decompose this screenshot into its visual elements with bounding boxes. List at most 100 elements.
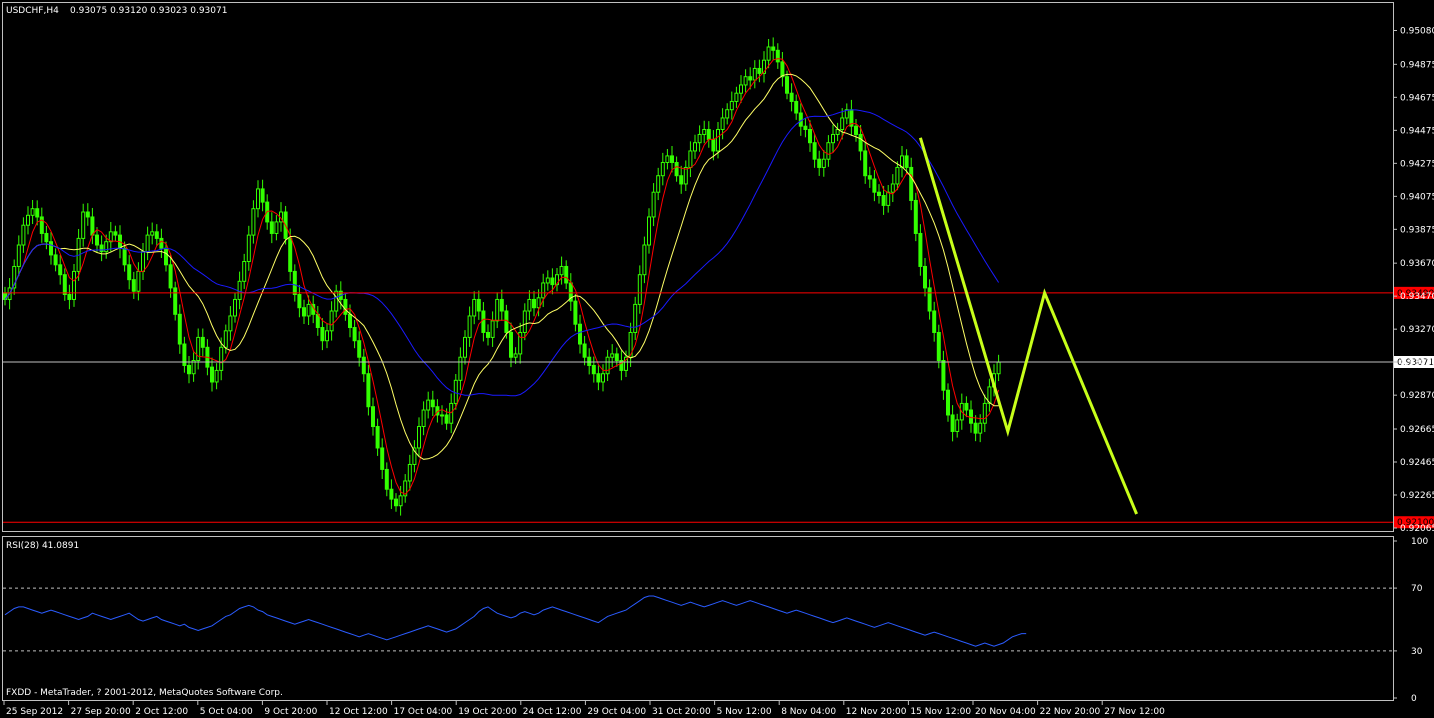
candle[interactable] xyxy=(200,328,205,357)
candle[interactable] xyxy=(269,212,274,244)
candle[interactable] xyxy=(757,59,762,83)
candle[interactable] xyxy=(812,134,817,168)
candle[interactable] xyxy=(154,224,159,247)
candle[interactable] xyxy=(725,103,730,125)
candle[interactable] xyxy=(973,415,978,442)
candle[interactable] xyxy=(854,118,858,142)
candle[interactable] xyxy=(421,401,426,436)
candle[interactable] xyxy=(628,322,633,367)
candle[interactable] xyxy=(371,397,375,436)
candle[interactable] xyxy=(499,289,504,321)
candle[interactable] xyxy=(752,60,757,89)
candle[interactable] xyxy=(771,37,776,60)
candle[interactable] xyxy=(706,121,711,148)
candle[interactable] xyxy=(762,51,766,83)
candle[interactable] xyxy=(591,356,596,383)
candle[interactable] xyxy=(53,248,58,272)
candle[interactable] xyxy=(16,235,21,277)
candle[interactable] xyxy=(775,43,780,69)
candle[interactable] xyxy=(619,350,624,381)
candle[interactable] xyxy=(426,391,431,419)
candle[interactable] xyxy=(113,225,118,242)
candle[interactable] xyxy=(877,184,881,204)
candle[interactable] xyxy=(26,206,30,235)
candle[interactable] xyxy=(863,142,868,184)
candle[interactable] xyxy=(389,479,394,509)
candle[interactable] xyxy=(233,292,237,323)
candle[interactable] xyxy=(21,217,26,253)
candle[interactable] xyxy=(131,271,136,299)
candle[interactable] xyxy=(159,228,164,259)
candle[interactable] xyxy=(665,149,670,170)
candle[interactable] xyxy=(688,141,693,178)
candle[interactable] xyxy=(803,118,808,138)
candle[interactable] xyxy=(39,207,44,243)
candle[interactable] xyxy=(251,200,256,244)
candle[interactable] xyxy=(794,94,799,120)
candle[interactable] xyxy=(702,120,707,144)
candle[interactable] xyxy=(679,165,684,194)
candle[interactable] xyxy=(458,347,463,391)
candle[interactable] xyxy=(490,311,495,347)
candle[interactable] xyxy=(412,440,417,473)
candle[interactable] xyxy=(237,271,242,310)
candle[interactable] xyxy=(780,51,785,87)
candle[interactable] xyxy=(99,235,104,262)
candle[interactable] xyxy=(256,180,260,218)
candle[interactable] xyxy=(81,203,86,247)
candle[interactable] xyxy=(85,203,90,226)
candle[interactable] xyxy=(821,149,826,177)
price-chart[interactable]: 0.934900.921000.93071 0.95080 0.94875 0.94… xyxy=(0,0,1434,718)
candle[interactable] xyxy=(449,393,454,434)
candle[interactable] xyxy=(187,355,191,384)
candle[interactable] xyxy=(325,323,329,349)
candle[interactable] xyxy=(900,146,904,178)
candle[interactable] xyxy=(366,364,371,416)
candle[interactable] xyxy=(693,134,697,159)
candle[interactable] xyxy=(518,322,523,364)
candle[interactable] xyxy=(982,394,987,433)
candle[interactable] xyxy=(789,83,794,112)
candle[interactable] xyxy=(610,344,615,368)
candle[interactable] xyxy=(173,281,178,321)
candle[interactable] xyxy=(637,265,642,314)
candle[interactable] xyxy=(532,290,536,317)
candle[interactable] xyxy=(191,352,196,382)
candle[interactable] xyxy=(274,215,279,241)
candle[interactable] xyxy=(150,222,155,245)
candle[interactable] xyxy=(472,291,477,325)
candle[interactable] xyxy=(826,135,831,167)
candle[interactable] xyxy=(67,284,72,310)
candle[interactable] xyxy=(614,347,619,367)
candle[interactable] xyxy=(168,254,173,298)
candle[interactable] xyxy=(196,328,201,370)
candle[interactable] xyxy=(467,306,472,347)
candle[interactable] xyxy=(950,405,955,442)
candle[interactable] xyxy=(463,330,467,365)
candle[interactable] xyxy=(380,438,385,480)
candle[interactable] xyxy=(656,167,661,201)
candle[interactable] xyxy=(578,314,582,354)
candle[interactable] xyxy=(302,299,306,324)
candle[interactable] xyxy=(642,236,647,284)
candle[interactable] xyxy=(895,161,900,191)
candle[interactable] xyxy=(481,302,486,342)
candle[interactable] xyxy=(62,268,67,301)
candle[interactable] xyxy=(849,99,854,137)
candle[interactable] xyxy=(729,91,734,120)
candle[interactable] xyxy=(596,365,601,391)
candle[interactable] xyxy=(486,324,490,346)
candle[interactable] xyxy=(527,290,532,321)
candle[interactable] xyxy=(605,349,610,382)
candle[interactable] xyxy=(996,354,1001,382)
candle[interactable] xyxy=(941,350,946,400)
candle[interactable] xyxy=(734,86,739,108)
candle[interactable] xyxy=(890,174,895,203)
candle[interactable] xyxy=(573,293,578,332)
candle[interactable] xyxy=(522,303,527,341)
candle[interactable] xyxy=(835,122,840,142)
candle[interactable] xyxy=(145,226,150,261)
candle[interactable] xyxy=(141,243,145,281)
candle[interactable] xyxy=(647,208,651,254)
candle[interactable] xyxy=(476,290,481,320)
